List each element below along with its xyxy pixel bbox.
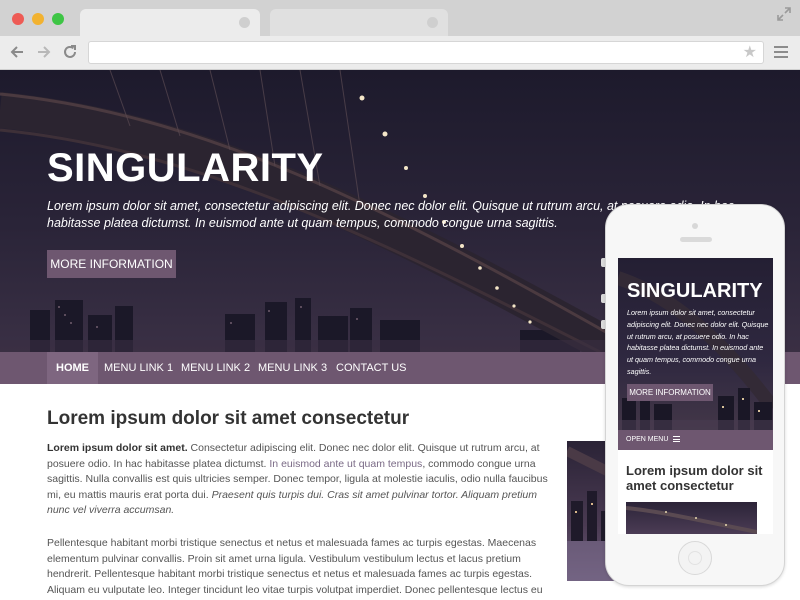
mobile-hero-description: Lorem ipsum dolor sit amet, consectetur … <box>627 308 769 376</box>
forward-arrow-icon[interactable] <box>35 43 53 61</box>
tab-bar <box>0 0 800 36</box>
phone-home-button[interactable] <box>678 541 712 575</box>
nav-item-menu-link-3[interactable]: MENU LINK 3 <box>249 352 336 384</box>
mobile-open-menu-button[interactable]: OPEN MENU <box>618 430 773 450</box>
expand-icon[interactable] <box>776 6 792 22</box>
nav-item-menu-link-1[interactable]: MENU LINK 1 <box>95 352 182 384</box>
mobile-more-information-button[interactable]: MORE INFORMATION <box>627 384 713 401</box>
content-paragraph-1: Lorem ipsum dolor sit amet. Consectetur … <box>47 441 555 519</box>
nav-item-contact-us[interactable]: CONTACT US <box>327 352 416 384</box>
content-heading: Lorem ipsum dolor sit amet consectetur <box>47 408 410 429</box>
tab-close-icon[interactable] <box>427 17 438 28</box>
minimize-window-button[interactable] <box>32 13 44 25</box>
browser-tab-active[interactable] <box>80 9 260 36</box>
more-information-button[interactable]: MORE INFORMATION <box>47 250 176 278</box>
maximize-window-button[interactable] <box>52 13 64 25</box>
nav-item-menu-link-2[interactable]: MENU LINK 2 <box>172 352 259 384</box>
browser-toolbar: ★ <box>0 36 800 70</box>
content-paragraph-2: Pellentesque habitant morbi tristique se… <box>47 537 543 600</box>
hero-title: SINGULARITY <box>47 146 324 190</box>
paragraph-link[interactable]: In euismod ante ut quam tempus <box>269 458 422 470</box>
back-arrow-icon[interactable] <box>8 43 26 61</box>
close-window-button[interactable] <box>12 13 24 25</box>
browser-window-chrome: ★ <box>0 0 800 70</box>
address-bar[interactable]: ★ <box>88 41 764 64</box>
paragraph-lead-bold: Lorem ipsum dolor sit amet. <box>47 442 188 454</box>
star-icon[interactable]: ★ <box>743 44 757 62</box>
reload-icon[interactable] <box>61 43 79 61</box>
nav-item-home[interactable]: HOME <box>47 352 98 384</box>
phone-camera <box>692 223 698 229</box>
phone-speaker <box>680 237 712 242</box>
mobile-screen: SINGULARITY Lorem ipsum dolor sit amet, … <box>618 258 773 534</box>
menu-icon[interactable] <box>774 46 788 59</box>
mobile-hero: SINGULARITY Lorem ipsum dolor sit amet, … <box>618 258 773 430</box>
mobile-device-mockup: SINGULARITY Lorem ipsum dolor sit amet, … <box>605 204 785 586</box>
mobile-content-image <box>626 502 757 534</box>
mobile-hero-title: SINGULARITY <box>627 280 763 302</box>
hamburger-icon <box>673 436 681 443</box>
browser-tab-inactive[interactable] <box>270 9 448 36</box>
tab-close-icon[interactable] <box>239 17 250 28</box>
mobile-content-heading: Lorem ipsum dolor sit amet consectetur <box>626 463 763 493</box>
mobile-menu-label: OPEN MENU <box>626 436 669 443</box>
